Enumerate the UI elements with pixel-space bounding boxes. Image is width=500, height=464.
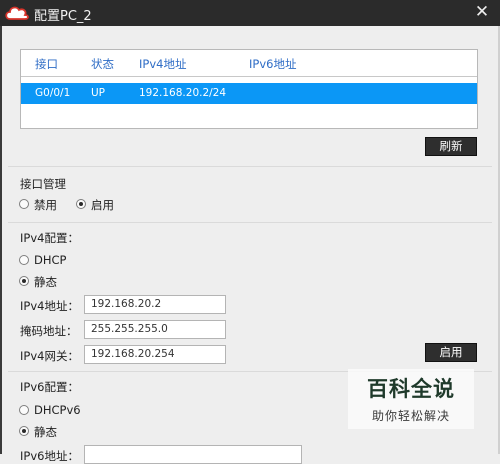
ipv6-config-title: IPv6配置：: [20, 380, 79, 394]
radio-disable-label[interactable]: 禁用: [34, 197, 57, 213]
header-divider: [21, 76, 477, 77]
close-icon[interactable]: ✕: [468, 1, 496, 23]
radio-static-ipv6[interactable]: [19, 426, 29, 436]
radio-dhcpv6-label[interactable]: DHCPv6: [34, 403, 81, 417]
column-header-ipv6[interactable]: IPv6地址: [249, 56, 296, 72]
column-header-interface[interactable]: 接口: [35, 56, 58, 72]
radio-enable[interactable]: [76, 199, 86, 209]
divider: [8, 222, 492, 223]
mask-label: 掩码地址：: [20, 324, 78, 338]
ipv4-gateway-label: IPv4网关：: [20, 349, 79, 363]
mask-input[interactable]: 255.255.255.0: [84, 320, 226, 339]
ipv4-address-label: IPv4地址：: [20, 299, 79, 313]
watermark: 百科全说 助你轻松解决: [348, 369, 474, 429]
radio-dhcp[interactable]: [19, 255, 29, 265]
column-header-status[interactable]: 状态: [91, 56, 114, 72]
apply-button[interactable]: 启用: [425, 343, 477, 362]
ipv6-address-input[interactable]: [84, 445, 302, 464]
cell-status: UP: [91, 87, 106, 99]
ipv4-address-input[interactable]: 192.168.20.2: [84, 295, 226, 314]
radio-dhcp-label[interactable]: DHCP: [34, 253, 66, 267]
interface-table: 接口 状态 IPv4地址 IPv6地址 G0/0/1 UP 192.168.20…: [20, 49, 478, 129]
window-border: [0, 26, 2, 454]
ipv4-config-title: IPv4配置：: [20, 231, 79, 245]
watermark-subtitle: 助你轻松解决: [371, 409, 450, 423]
radio-static-ipv4[interactable]: [19, 276, 29, 286]
radio-disable[interactable]: [19, 199, 29, 209]
divider: [8, 166, 492, 167]
radio-enable-label[interactable]: 启用: [91, 197, 114, 213]
interface-mgmt-title: 接口管理: [20, 177, 66, 191]
cell-interface: G0/0/1: [35, 87, 71, 99]
radio-static-ipv6-label[interactable]: 静态: [34, 424, 57, 440]
watermark-title: 百科全说: [367, 377, 455, 401]
cloud-logo-icon: [5, 6, 29, 20]
column-header-ipv4[interactable]: IPv4地址: [139, 56, 186, 72]
ipv6-address-label: IPv6地址：: [20, 449, 79, 463]
cell-ipv4: 192.168.20.2/24: [139, 87, 227, 99]
table-row[interactable]: G0/0/1 UP 192.168.20.2/24: [21, 83, 477, 104]
radio-dhcpv6[interactable]: [19, 405, 29, 415]
window-title: 配置PC_2: [34, 9, 92, 24]
radio-static-ipv4-label[interactable]: 静态: [34, 274, 57, 290]
title-bar: 配置PC_2 ✕: [0, 0, 500, 26]
ipv4-gateway-input[interactable]: 192.168.20.254: [84, 345, 226, 364]
refresh-button[interactable]: 刷新: [425, 137, 477, 156]
